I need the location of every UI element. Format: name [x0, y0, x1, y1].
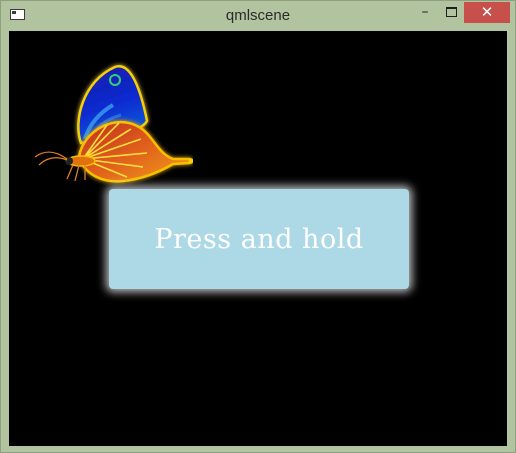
press-and-hold-label: Press and hold: [154, 223, 364, 255]
app-window: qmlscene – ✕ Press and hold: [0, 0, 516, 453]
title-bar[interactable]: qmlscene – ✕: [1, 1, 515, 31]
close-button[interactable]: ✕: [464, 2, 510, 23]
scene-canvas: Press and hold: [9, 31, 507, 446]
press-and-hold-button[interactable]: Press and hold: [109, 189, 409, 289]
minimize-button[interactable]: –: [412, 2, 438, 23]
butterfly-image: [34, 65, 193, 183]
maximize-button[interactable]: [438, 2, 464, 23]
maximize-icon: [445, 7, 457, 17]
